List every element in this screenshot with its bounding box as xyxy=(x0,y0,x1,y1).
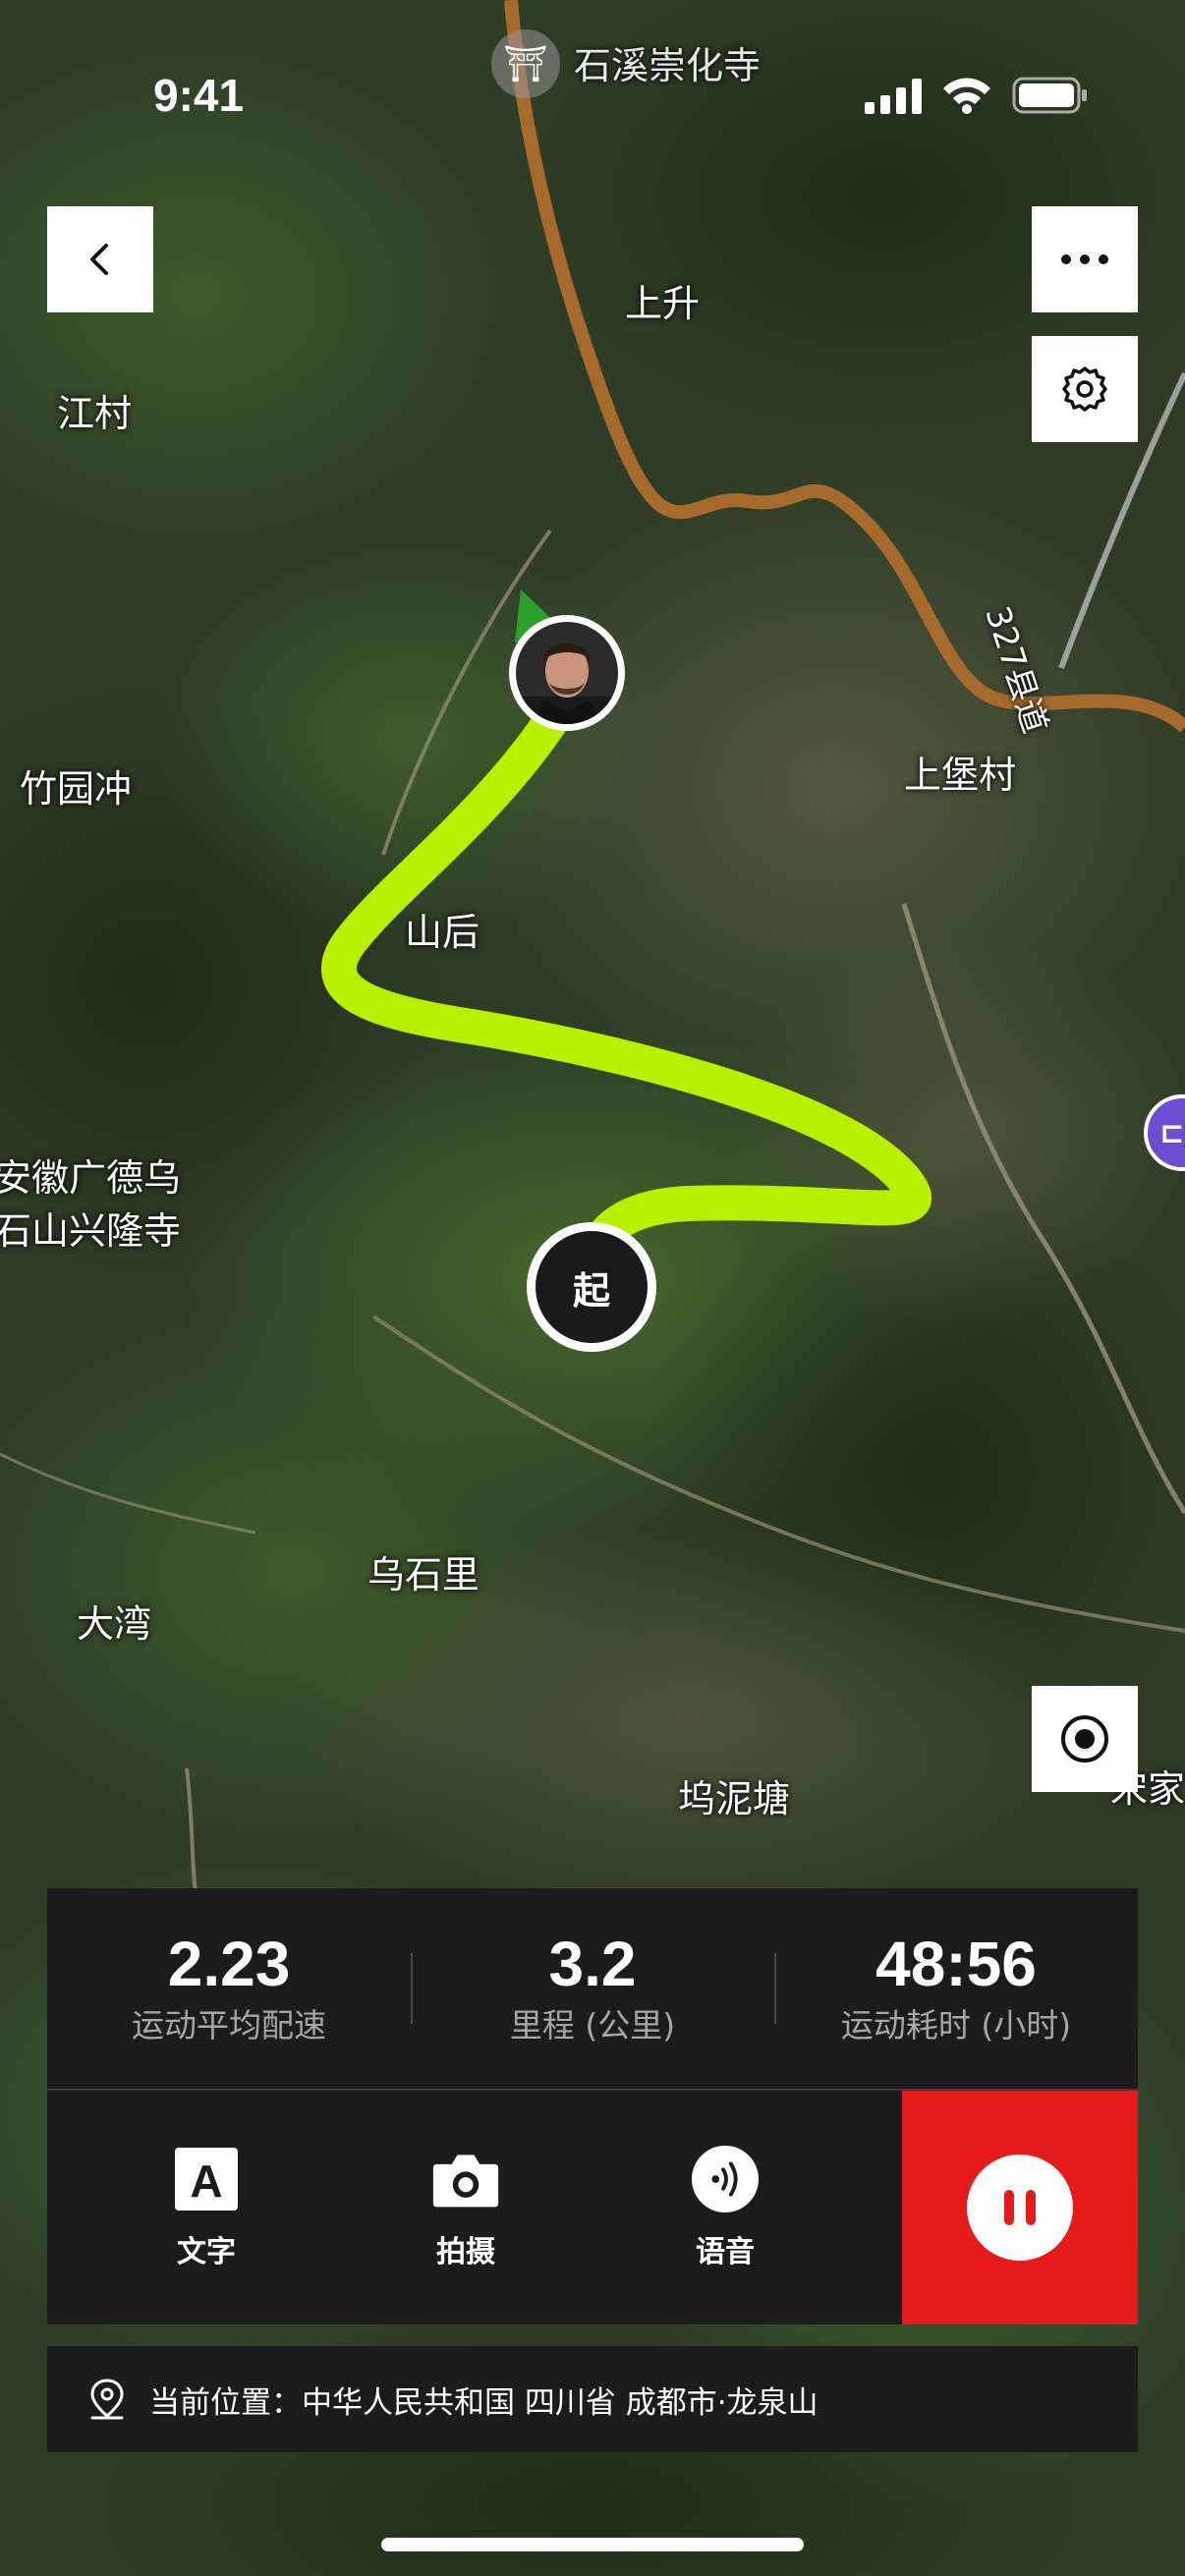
stat-duration: 48:56 运动耗时 (小时) xyxy=(774,1888,1138,2089)
voice-button[interactable]: 语音 xyxy=(595,2091,855,2324)
svg-text:A: A xyxy=(190,2156,222,2207)
photo-label: 拍摄 xyxy=(436,2235,495,2269)
start-marker-inner: 起 xyxy=(536,1231,648,1343)
pause-icon xyxy=(967,2155,1073,2261)
stat-duration-value: 48:56 xyxy=(875,1929,1037,1999)
actions-row: A 文字 拍摄 语音 xyxy=(47,2091,1138,2324)
location-pin-icon xyxy=(90,2379,124,2420)
wifi-icon xyxy=(943,78,990,114)
back-button[interactable] xyxy=(47,206,153,312)
chevron-left-icon xyxy=(90,244,108,275)
place-label-anhui-2: 石山兴隆寺 xyxy=(0,1209,182,1253)
pause-button[interactable] xyxy=(902,2091,1138,2324)
current-location-text: 当前位置：中华人民共和国 四川省 成都市·龙泉山 xyxy=(149,2384,818,2421)
more-dots-icon xyxy=(1061,254,1108,264)
pause-bar-right xyxy=(1026,2190,1036,2225)
place-label-jiangcun: 江村 xyxy=(57,392,133,435)
battery-icon xyxy=(1012,77,1087,114)
locate-icon xyxy=(1061,1715,1108,1763)
stat-distance-value: 3.2 xyxy=(548,1929,637,1999)
camera-icon xyxy=(431,2145,500,2213)
more-button[interactable] xyxy=(1032,206,1138,312)
place-label-dawan: 大湾 xyxy=(77,1602,152,1646)
voice-label: 语音 xyxy=(696,2235,755,2269)
settings-button[interactable] xyxy=(1032,336,1138,442)
temple-icon: ⛩ xyxy=(503,44,548,84)
stat-distance: 3.2 里程 (公里) xyxy=(411,1888,774,2089)
avatar-image xyxy=(516,622,618,724)
user-avatar[interactable] xyxy=(509,615,625,731)
app-root: ⛩ 石溪崇化寺 上升 江村 竹园冲 山后 上堡村 327县道 安徽广德乌 石山兴… xyxy=(0,0,1185,2576)
start-marker[interactable]: 起 xyxy=(527,1222,656,1352)
place-label-wunitang: 坞泥塘 xyxy=(678,1777,791,1820)
start-marker-label: 起 xyxy=(572,1268,610,1313)
stats-row: 2.23 运动平均配速 3.2 里程 (公里) 48:56 运动耗时 (小时) xyxy=(47,1888,1138,2091)
stat-avg-pace-label: 运动平均配速 xyxy=(132,2006,326,2044)
home-indicator[interactable] xyxy=(381,2538,804,2551)
text-note-label: 文字 xyxy=(177,2235,236,2269)
status-time: 9:41 xyxy=(153,70,245,121)
hotel-icon: ⊏ xyxy=(1159,1115,1185,1150)
workout-panel: 2.23 运动平均配速 3.2 里程 (公里) 48:56 运动耗时 (小时) … xyxy=(47,1888,1138,2324)
stat-avg-pace-value: 2.23 xyxy=(167,1929,291,1999)
text-a-icon: A xyxy=(172,2145,241,2213)
temple-marker[interactable]: ⛩ xyxy=(491,29,560,98)
place-label-shangsheng: 上升 xyxy=(625,282,701,325)
place-label-wushili: 乌石里 xyxy=(367,1553,480,1596)
stat-duration-label: 运动耗时 (小时) xyxy=(840,2006,1072,2044)
place-label-shanhou: 山后 xyxy=(405,911,480,954)
cellular-signal-icon xyxy=(865,79,922,114)
text-note-button[interactable]: A 文字 xyxy=(77,2091,336,2324)
photo-button[interactable]: 拍摄 xyxy=(336,2091,595,2324)
place-label-zhuyuanchong: 竹园冲 xyxy=(20,767,133,811)
place-label-shangbaocun: 上堡村 xyxy=(904,754,1017,797)
current-location-bar: 当前位置：中华人民共和国 四川省 成都市·龙泉山 xyxy=(47,2346,1138,2452)
place-label-temple: 石溪崇化寺 xyxy=(574,44,762,87)
voice-icon xyxy=(691,2145,760,2213)
gear-icon xyxy=(1062,366,1107,412)
stat-avg-pace: 2.23 运动平均配速 xyxy=(47,1888,411,2089)
locate-button[interactable] xyxy=(1032,1686,1138,1792)
stat-distance-label: 里程 (公里) xyxy=(509,2006,676,2044)
place-label-anhui-1: 安徽广德乌 xyxy=(0,1156,182,1200)
pause-bar-left xyxy=(1004,2190,1014,2225)
